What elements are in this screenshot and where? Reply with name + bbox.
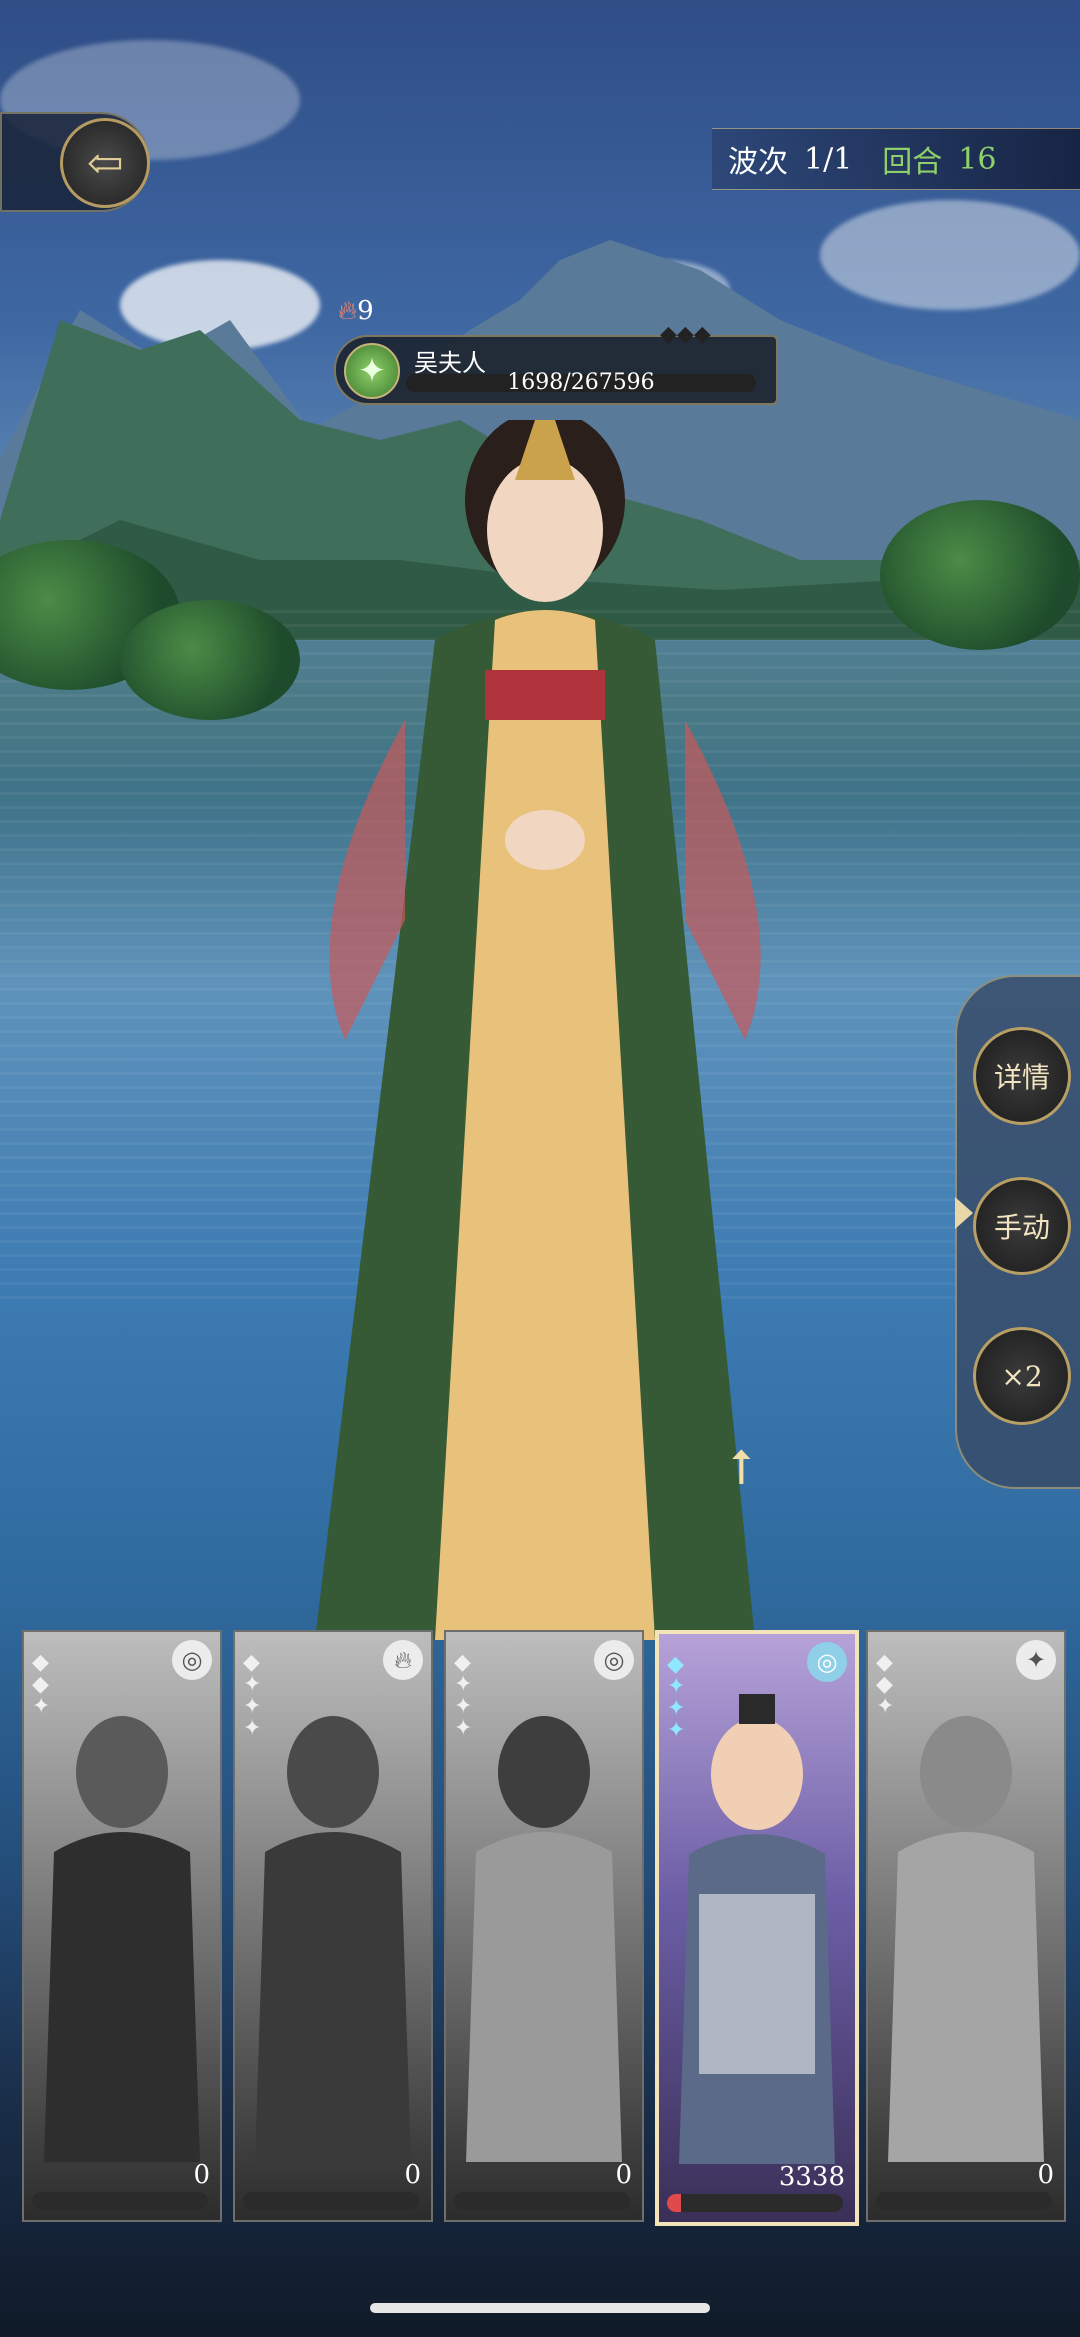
wave-label: 波次: [728, 145, 788, 180]
hero-energy-value: 3338: [778, 2162, 845, 2192]
swirl-icon: ◎: [172, 1640, 212, 1680]
hero-energy-value: 0: [193, 2160, 210, 2190]
hero-energy-value: 0: [1037, 2160, 1054, 2190]
enemy-fire-counter: 🔥︎9: [338, 296, 374, 327]
hero-portrait: [44, 1716, 200, 2162]
hero-card-5[interactable]: ✦ ◆ ◆ ✦ 0: [866, 1630, 1066, 2222]
hero-portrait: [679, 1694, 835, 2164]
back-arrow-icon[interactable]: ⇦: [60, 118, 150, 208]
round-value: 16: [958, 141, 997, 177]
enemy-rank-icon: ◆◆◆: [660, 322, 711, 347]
target-marker-icon: ⭡: [730, 1440, 753, 1496]
home-indicator[interactable]: [370, 2303, 710, 2313]
fire-count: 9: [357, 296, 374, 326]
back-button[interactable]: ⇦: [0, 112, 150, 212]
hero-energy-value: 0: [404, 2160, 421, 2190]
hero-portrait: [255, 1716, 411, 2162]
manual-button[interactable]: 手动: [973, 1177, 1071, 1275]
manual-label: 手动: [993, 1211, 1050, 1244]
wave-round-panel: 波次 1/1 回合 16: [712, 128, 1080, 190]
enemy-name: 吴夫人: [414, 349, 486, 377]
hero-energy-bar: [667, 2194, 843, 2212]
hero-energy-bar: [876, 2192, 1052, 2210]
fire-icon: 🔥︎: [338, 296, 358, 326]
enemy-status-bar: ✦ 吴夫人 1698/267596: [334, 335, 778, 405]
speed-label: ×2: [1001, 1359, 1043, 1393]
tree: [880, 500, 1080, 650]
speed-button[interactable]: ×2: [973, 1327, 1071, 1425]
shuriken-icon: ✦: [1016, 1640, 1056, 1680]
enemy-hp-text: 1698/267596: [507, 370, 655, 395]
hero-card-row: ◎ ◆ ◆ ✦ 0 🔥︎ ◆ ✦ ✦ ✦ 0 ◎ ◆ ✦ ✦ ✦ 0 ◎ ◆ ✦ ✦ ✦ 3338: [22, 1630, 1066, 2226]
hero-energy-bar: [32, 2192, 208, 2210]
hero-energy-value: 0: [615, 2160, 632, 2190]
hero-card-3[interactable]: ◎ ◆ ✦ ✦ ✦ 0: [444, 1630, 644, 2222]
panel-arrow-icon: [955, 1197, 973, 1229]
round-label: 回合: [882, 145, 943, 180]
wave-value: 1/1: [804, 141, 853, 177]
hero-energy-bar: [454, 2192, 630, 2210]
hero-energy-bar: [243, 2192, 419, 2210]
swirl-icon: ◎: [807, 1642, 847, 1682]
hero-card-2[interactable]: 🔥︎ ◆ ✦ ✦ ✦ 0: [233, 1630, 433, 2222]
hero-card-4-active[interactable]: ◎ ◆ ✦ ✦ ✦ 3338: [655, 1630, 859, 2226]
details-label: 详情: [993, 1061, 1050, 1094]
hero-portrait: [888, 1716, 1044, 2162]
hero-portrait: [466, 1716, 622, 2162]
fire-icon: 🔥︎: [383, 1640, 423, 1680]
side-menu: 详情 手动 ×2: [955, 975, 1080, 1489]
wind-element-icon: ✦: [344, 343, 400, 399]
enemy-hp-bar: 1698/267596: [406, 372, 756, 394]
hero-card-1[interactable]: ◎ ◆ ◆ ✦ 0: [22, 1630, 222, 2222]
swirl-icon: ◎: [594, 1640, 634, 1680]
details-button[interactable]: 详情: [973, 1027, 1071, 1125]
